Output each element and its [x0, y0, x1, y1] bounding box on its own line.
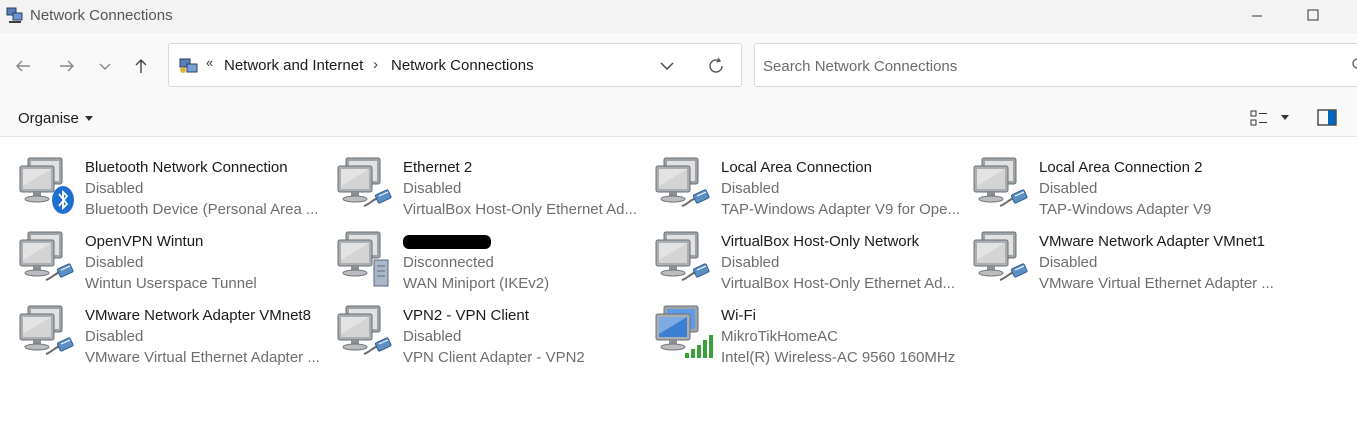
connections-list: Bluetooth Network Connection Disabled Bl… — [0, 138, 1357, 430]
organise-button[interactable]: Organise — [18, 110, 93, 127]
connection-item[interactable]: VPN2 - VPN Client Disabled VPN Client Ad… — [318, 294, 636, 366]
command-bar: Organise — [0, 99, 1357, 137]
connection-item[interactable]: Ethernet 2 Disabled VirtualBox Host-Only… — [318, 146, 638, 218]
connection-status: Disabled — [403, 328, 462, 345]
search-icon[interactable] — [1351, 57, 1357, 73]
connection-status: Disabled — [403, 180, 462, 197]
connection-name: VMware Network Adapter VMnet8 — [85, 307, 311, 324]
connection-item[interactable]: Bluetooth Network Connection Disabled Bl… — [0, 146, 318, 218]
connection-status: MikroTikHomeAC — [721, 328, 838, 345]
connection-status: Disabled — [85, 180, 144, 197]
maximize-icon[interactable] — [1302, 6, 1324, 26]
connection-device: VMware Virtual Ethernet Adapter ... — [1039, 275, 1274, 292]
organise-label: Organise — [18, 110, 79, 127]
connection-name: VirtualBox Host-Only Network — [721, 233, 920, 250]
connection-device: Wintun Userspace Tunnel — [85, 275, 257, 292]
minimize-icon[interactable] — [1246, 6, 1268, 26]
window-title: Network Connections — [30, 7, 173, 24]
connection-status: Disabled — [721, 254, 780, 271]
up-button[interactable] — [128, 53, 154, 79]
connection-device: Intel(R) Wireless-AC 9560 160MHz — [721, 349, 956, 366]
network-adapter-icon — [655, 157, 710, 207]
connection-device: VPN Client Adapter - VPN2 — [403, 349, 585, 366]
connection-device: VirtualBox Host-Only Ethernet Ad... — [403, 201, 638, 218]
connection-item[interactable]: Wi-Fi MikroTikHomeAC Intel(R) Wireless-A… — [636, 294, 956, 366]
connection-name: Ethernet 2 — [403, 159, 473, 176]
redacted-connection-name — [403, 235, 491, 249]
network-adapter-icon — [337, 231, 389, 287]
connection-name: Bluetooth Network Connection — [85, 159, 288, 176]
connection-name: Local Area Connection — [721, 159, 872, 176]
connection-status: Disconnected — [403, 254, 494, 271]
breadcrumb-network-connections[interactable]: Network Connections — [391, 57, 534, 74]
connection-status: Disabled — [85, 254, 144, 271]
connection-item[interactable]: VMware Network Adapter VMnet8 Disabled V… — [0, 294, 320, 366]
control-panel-icon — [179, 58, 198, 73]
connection-name: VPN2 - VPN Client — [403, 307, 529, 324]
network-adapter-icon — [973, 231, 1028, 281]
network-adapter-icon — [337, 305, 392, 355]
connection-device: VMware Virtual Ethernet Adapter ... — [85, 349, 320, 366]
back-button[interactable] — [10, 53, 36, 79]
address-bar[interactable]: « Network and Internet › Network Connect… — [168, 43, 742, 87]
recent-locations-button[interactable] — [92, 53, 118, 79]
breadcrumb-overflow[interactable]: « — [206, 55, 213, 70]
preview-pane-icon[interactable] — [1317, 109, 1337, 126]
connection-device: TAP-Windows Adapter V9 for Ope... — [721, 201, 960, 218]
connection-item[interactable]: Local Area Connection 2 Disabled TAP-Win… — [954, 146, 1272, 218]
view-options-chevron-icon[interactable] — [1281, 115, 1289, 120]
wan-miniport-icon — [373, 259, 389, 287]
up-arrow-icon — [135, 59, 147, 73]
connection-name: Local Area Connection 2 — [1039, 159, 1203, 176]
connection-status: Disabled — [1039, 254, 1098, 271]
search-box[interactable] — [754, 43, 1357, 87]
connection-item[interactable]: Disconnected WAN Miniport (IKEv2) — [318, 220, 636, 292]
title-bar: Network Connections — [0, 0, 1357, 33]
connection-status: Disabled — [721, 180, 780, 197]
search-input[interactable] — [763, 55, 1323, 77]
navigation-bar: « Network and Internet › Network Connect… — [0, 33, 1357, 99]
network-connections-icon — [6, 7, 23, 23]
connection-device: TAP-Windows Adapter V9 — [1039, 201, 1212, 218]
connection-name: OpenVPN Wintun — [85, 233, 204, 250]
back-arrow-icon — [16, 60, 30, 72]
connection-item[interactable]: Local Area Connection Disabled TAP-Windo… — [636, 146, 960, 218]
breadcrumb-network-and-internet[interactable]: Network and Internet — [224, 57, 363, 74]
connection-item[interactable]: VirtualBox Host-Only Network Disabled Vi… — [636, 220, 956, 292]
network-adapter-icon — [337, 157, 392, 207]
forward-arrow-icon — [60, 60, 74, 72]
network-adapter-icon — [655, 231, 710, 281]
connection-device: Bluetooth Device (Personal Area ... — [85, 201, 319, 218]
connection-status: Disabled — [85, 328, 144, 345]
connection-name: VMware Network Adapter VMnet1 — [1039, 233, 1265, 250]
chevron-down-icon — [99, 63, 111, 70]
network-adapter-icon — [973, 157, 1028, 207]
network-adapter-icon — [655, 305, 713, 358]
breadcrumb-separator[interactable]: › — [373, 56, 378, 73]
forward-button[interactable] — [54, 53, 80, 79]
connection-item[interactable]: OpenVPN Wintun Disabled Wintun Userspace… — [0, 220, 318, 292]
connection-device: VirtualBox Host-Only Ethernet Ad... — [721, 275, 956, 292]
connection-status: Disabled — [1039, 180, 1098, 197]
network-adapter-icon — [19, 231, 74, 281]
chevron-down-icon — [84, 116, 93, 121]
connection-item[interactable]: VMware Network Adapter VMnet1 Disabled V… — [954, 220, 1274, 292]
network-adapter-icon — [19, 305, 74, 355]
change-view-icon[interactable] — [1250, 109, 1268, 127]
bluetooth-icon — [52, 186, 74, 214]
network-adapter-icon — [19, 157, 74, 214]
connection-name: Wi-Fi — [721, 307, 756, 324]
connection-device: WAN Miniport (IKEv2) — [403, 275, 550, 292]
address-dropdown-icon[interactable] — [659, 58, 675, 74]
refresh-icon[interactable] — [706, 56, 726, 76]
